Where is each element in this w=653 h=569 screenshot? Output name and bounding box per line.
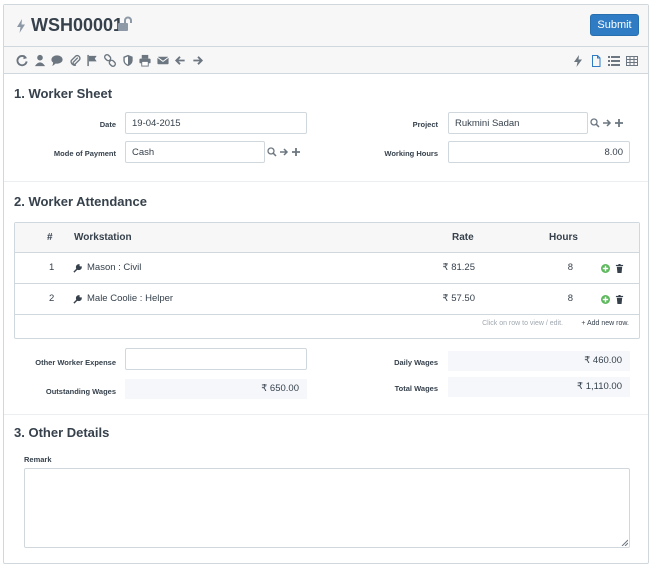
row-workstation[interactable]: Male Coolie : Helper [87,284,173,314]
arrow-right-icon[interactable] [191,54,205,67]
col-hours: Hours [549,232,578,243]
table-header: # Workstation Rate Hours [15,223,639,253]
hours-label: Working Hours [384,149,438,158]
resize-handle-icon[interactable] [621,539,628,546]
row-num: 1 [49,262,55,273]
submit-button[interactable]: Submit [590,14,639,36]
total-wages-label: Total Wages [394,384,438,393]
table-footer: Click on row to view / edit. + Add new r… [15,315,639,339]
col-rate: Rate [452,232,474,243]
row-hours: 8 [567,262,573,273]
worker-sheet-section: 1. Worker Sheet Date 19-04-2015 Mode of … [4,74,648,182]
user-icon[interactable] [33,54,47,67]
date-field[interactable]: 19-04-2015 [125,112,307,134]
section-title: 2. Worker Attendance [14,194,147,209]
total-wages-value: ₹ 1,110.00 [448,377,630,397]
other-expense-field[interactable] [125,348,307,370]
search-icon[interactable] [590,118,600,128]
row-workstation[interactable]: Mason : Civil [87,253,141,283]
payment-field[interactable]: Cash [125,141,265,163]
project-label: Project [412,120,438,129]
unlock-icon[interactable] [117,16,133,32]
remark-label: Remark [24,455,52,464]
add-circle-icon[interactable] [601,295,610,304]
remark-textarea[interactable] [24,468,630,548]
table-row[interactable]: 1 Mason : Civil ₹ 81.25 8 [15,253,639,284]
section-title: 1. Worker Sheet [14,86,113,101]
col-num: # [47,232,53,243]
toolbar [4,47,648,74]
row-num: 2 [49,293,55,304]
outstanding-value: ₹ 650.00 [125,379,307,399]
link-icon[interactable] [103,54,117,67]
page-title: WSH00001 [31,15,124,35]
row-hours: 8 [567,293,573,304]
arrow-right-icon[interactable] [279,147,289,157]
bolt-icon [17,19,25,33]
section-title: 3. Other Details [14,425,110,440]
plus-icon[interactable] [291,147,301,157]
shield-icon[interactable] [121,54,135,67]
refresh-icon[interactable] [15,54,29,67]
project-field[interactable]: Rukmini Sadan [448,112,588,134]
wrench-icon [73,264,82,273]
wrench-icon [73,295,82,304]
row-rate: ₹ 57.50 [442,293,475,304]
trash-icon[interactable] [615,264,624,273]
hours-field[interactable]: 8.00 [448,141,630,163]
table-icon[interactable] [626,55,638,67]
email-icon[interactable] [156,54,170,67]
row-rate: ₹ 81.25 [442,262,475,273]
other-expense-label: Other Worker Expense [35,358,116,367]
add-row-link[interactable]: + Add new row. [581,320,629,327]
col-workstation: Workstation [74,232,132,243]
arrow-right-icon[interactable] [602,118,612,128]
title-bar: WSH00001 Submit [4,5,648,47]
file-icon[interactable] [590,55,602,67]
bolt-icon[interactable] [572,55,584,67]
arrow-left-icon[interactable] [173,54,187,67]
flag-icon[interactable] [85,54,99,67]
add-circle-icon[interactable] [601,264,610,273]
form-page: WSH00001 Submit 1. Worker Sheet Date 19-… [3,4,649,564]
attendance-table: # Workstation Rate Hours 1 Mason : Civil… [14,222,640,339]
list-icon[interactable] [608,55,620,67]
table-hint: Click on row to view / edit. [482,320,563,327]
print-icon[interactable] [138,54,152,67]
search-icon[interactable] [267,147,277,157]
comment-icon[interactable] [50,54,64,67]
paperclip-icon[interactable] [68,54,82,67]
table-row[interactable]: 2 Male Coolie : Helper ₹ 57.50 8 [15,284,639,315]
payment-label: Mode of Payment [53,149,116,158]
outstanding-label: Outstanding Wages [45,387,116,396]
date-label: Date [99,120,116,129]
trash-icon[interactable] [615,295,624,304]
daily-wages-label: Daily Wages [394,358,438,367]
daily-wages-value: ₹ 460.00 [448,351,630,371]
plus-icon[interactable] [614,118,624,128]
